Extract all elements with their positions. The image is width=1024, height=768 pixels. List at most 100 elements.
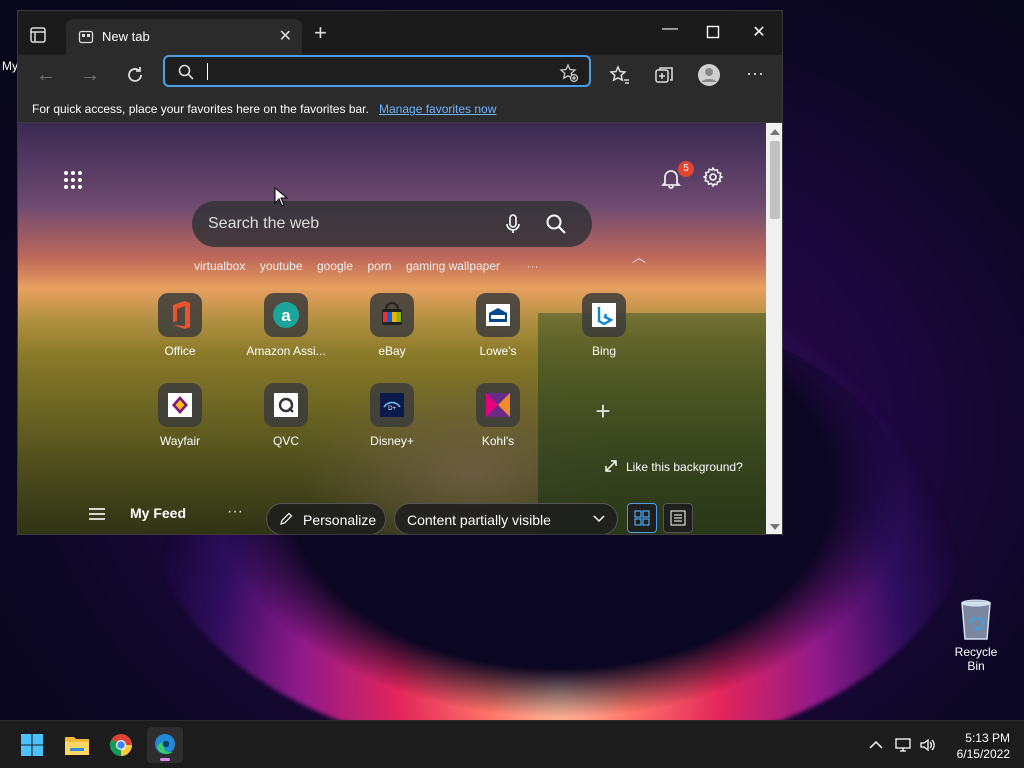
grid-view-button[interactable] [627, 503, 657, 533]
file-explorer-button[interactable] [59, 727, 95, 763]
office-icon [158, 293, 202, 337]
minimize-button[interactable]: — [660, 20, 680, 38]
quick-link-qvc[interactable]: QVC [246, 383, 326, 448]
trending-searches: virtualbox youtube google porn gaming wa… [194, 257, 548, 273]
windows-logo-icon [21, 734, 43, 756]
feed-bar: My Feed ··· Personalize Content partiall… [18, 493, 766, 534]
feed-more-icon[interactable]: ··· [227, 503, 243, 521]
tab-close-icon[interactable]: ✕ [279, 29, 292, 45]
active-app-indicator [160, 758, 170, 761]
tile-label: Disney+ [370, 434, 414, 448]
back-button[interactable]: ← [34, 63, 58, 87]
tile-label: Office [164, 344, 196, 358]
recycle-bin-label: Recycle Bin [954, 645, 998, 673]
vertical-scrollbar[interactable] [766, 123, 782, 534]
favorites-icon[interactable] [608, 63, 632, 87]
trending-item[interactable]: youtube [260, 259, 303, 273]
web-search-box[interactable]: Search the web [192, 201, 592, 247]
scroll-up-arrow-icon[interactable] [770, 129, 780, 135]
desktop-icon-label[interactable]: My [2, 59, 18, 73]
gear-icon[interactable] [702, 166, 724, 188]
clock-date: 6/15/2022 [956, 747, 1010, 761]
quick-link-kohls[interactable]: Kohl's [458, 383, 538, 448]
quick-link-bing[interactable]: Bing [564, 293, 644, 358]
refresh-icon[interactable] [123, 63, 147, 87]
quick-link-disney-plus[interactable]: D+ Disney+ [352, 383, 432, 448]
wayfair-icon [158, 383, 202, 427]
edge-button[interactable] [147, 727, 183, 763]
add-quick-link-button[interactable]: + [591, 396, 615, 427]
folder-icon [65, 737, 89, 755]
content-visibility-dropdown[interactable]: Content partially visible [394, 503, 618, 534]
trending-more-icon[interactable]: ··· [526, 259, 538, 273]
app-launcher-icon[interactable] [62, 169, 84, 191]
list-view-button[interactable] [663, 503, 693, 533]
settings-more-button[interactable]: ··· [743, 61, 767, 85]
recycle-bin-shortcut[interactable]: Recycle Bin [945, 597, 1007, 673]
amazon-assistant-icon: a [264, 293, 308, 337]
personalize-button[interactable]: Personalize [266, 503, 386, 534]
hamburger-menu-icon[interactable] [88, 507, 106, 521]
collections-icon[interactable] [652, 63, 676, 87]
title-bar: New tab ✕ + — ✕ [18, 11, 782, 55]
tile-label: Amazon Assi... [246, 344, 326, 358]
clock-time: 5:13 PM [965, 731, 1010, 745]
like-background-link[interactable]: Like this background? [604, 459, 743, 474]
address-bar[interactable] [163, 55, 591, 87]
web-search-icon[interactable] [544, 212, 568, 236]
svg-text:D+: D+ [388, 406, 396, 412]
trending-item[interactable]: virtualbox [194, 259, 245, 273]
disney-plus-icon: D+ [370, 383, 414, 427]
close-window-button[interactable]: ✕ [749, 22, 769, 42]
trending-item[interactable]: gaming wallpaper [406, 259, 500, 273]
tile-label: QVC [272, 434, 299, 448]
chrome-button[interactable] [103, 727, 139, 763]
manage-favorites-link[interactable]: Manage favorites now [379, 102, 496, 116]
show-hidden-icons-chevron-icon[interactable] [867, 737, 885, 753]
tile-label: Lowe's [479, 344, 517, 358]
microphone-icon[interactable] [502, 213, 524, 235]
chevron-down-icon [593, 515, 605, 523]
trending-item[interactable]: porn [367, 259, 391, 273]
search-icon [178, 64, 194, 80]
add-favorite-icon[interactable] [559, 63, 579, 83]
tile-label: eBay [378, 344, 406, 358]
qvc-icon [264, 383, 308, 427]
start-button[interactable] [14, 727, 50, 763]
maximize-button[interactable] [706, 25, 720, 39]
system-clock[interactable]: 5:13 PM 6/15/2022 [946, 730, 1010, 762]
pencil-icon [280, 512, 293, 525]
volume-icon[interactable] [919, 737, 937, 753]
quick-link-wayfair[interactable]: Wayfair [140, 383, 220, 448]
tab-new-tab[interactable]: New tab ✕ [66, 19, 302, 55]
quick-link-office[interactable]: Office [140, 293, 220, 358]
tile-label: Bing [591, 344, 617, 358]
trending-item[interactable]: google [317, 259, 353, 273]
like-background-text: Like this background? [626, 460, 743, 474]
personalize-label: Personalize [303, 512, 377, 528]
quick-link-ebay[interactable]: eBay [352, 293, 432, 358]
network-icon[interactable] [895, 737, 913, 753]
collapse-chevron-icon[interactable]: ︿ [632, 247, 646, 267]
profile-avatar-icon[interactable] [697, 63, 721, 87]
ebay-icon [370, 293, 414, 337]
recycle-bin-icon [961, 599, 991, 640]
new-tab-button[interactable]: + [314, 22, 327, 44]
grid-view-icon [634, 510, 650, 526]
tile-label: Wayfair [159, 434, 201, 448]
scroll-down-arrow-icon[interactable] [770, 524, 780, 530]
list-view-icon [670, 510, 686, 526]
notification-badge: 5 [678, 161, 694, 177]
expand-icon [605, 460, 617, 472]
svg-text:a: a [281, 306, 291, 325]
tab-title: New tab [102, 29, 150, 44]
scrollbar-thumb[interactable] [770, 141, 780, 219]
tab-actions-icon[interactable] [28, 25, 48, 45]
new-tab-page: 5 Search the web virtualbox youtube goog… [18, 123, 766, 534]
text-caret [207, 63, 208, 80]
forward-button[interactable]: → [78, 63, 102, 87]
toolbar: ← → ··· [18, 55, 782, 95]
my-feed-title[interactable]: My Feed [130, 505, 186, 521]
quick-link-lowes[interactable]: Lowe's [458, 293, 538, 358]
quick-link-amazon-assistant[interactable]: a Amazon Assi... [246, 293, 326, 358]
